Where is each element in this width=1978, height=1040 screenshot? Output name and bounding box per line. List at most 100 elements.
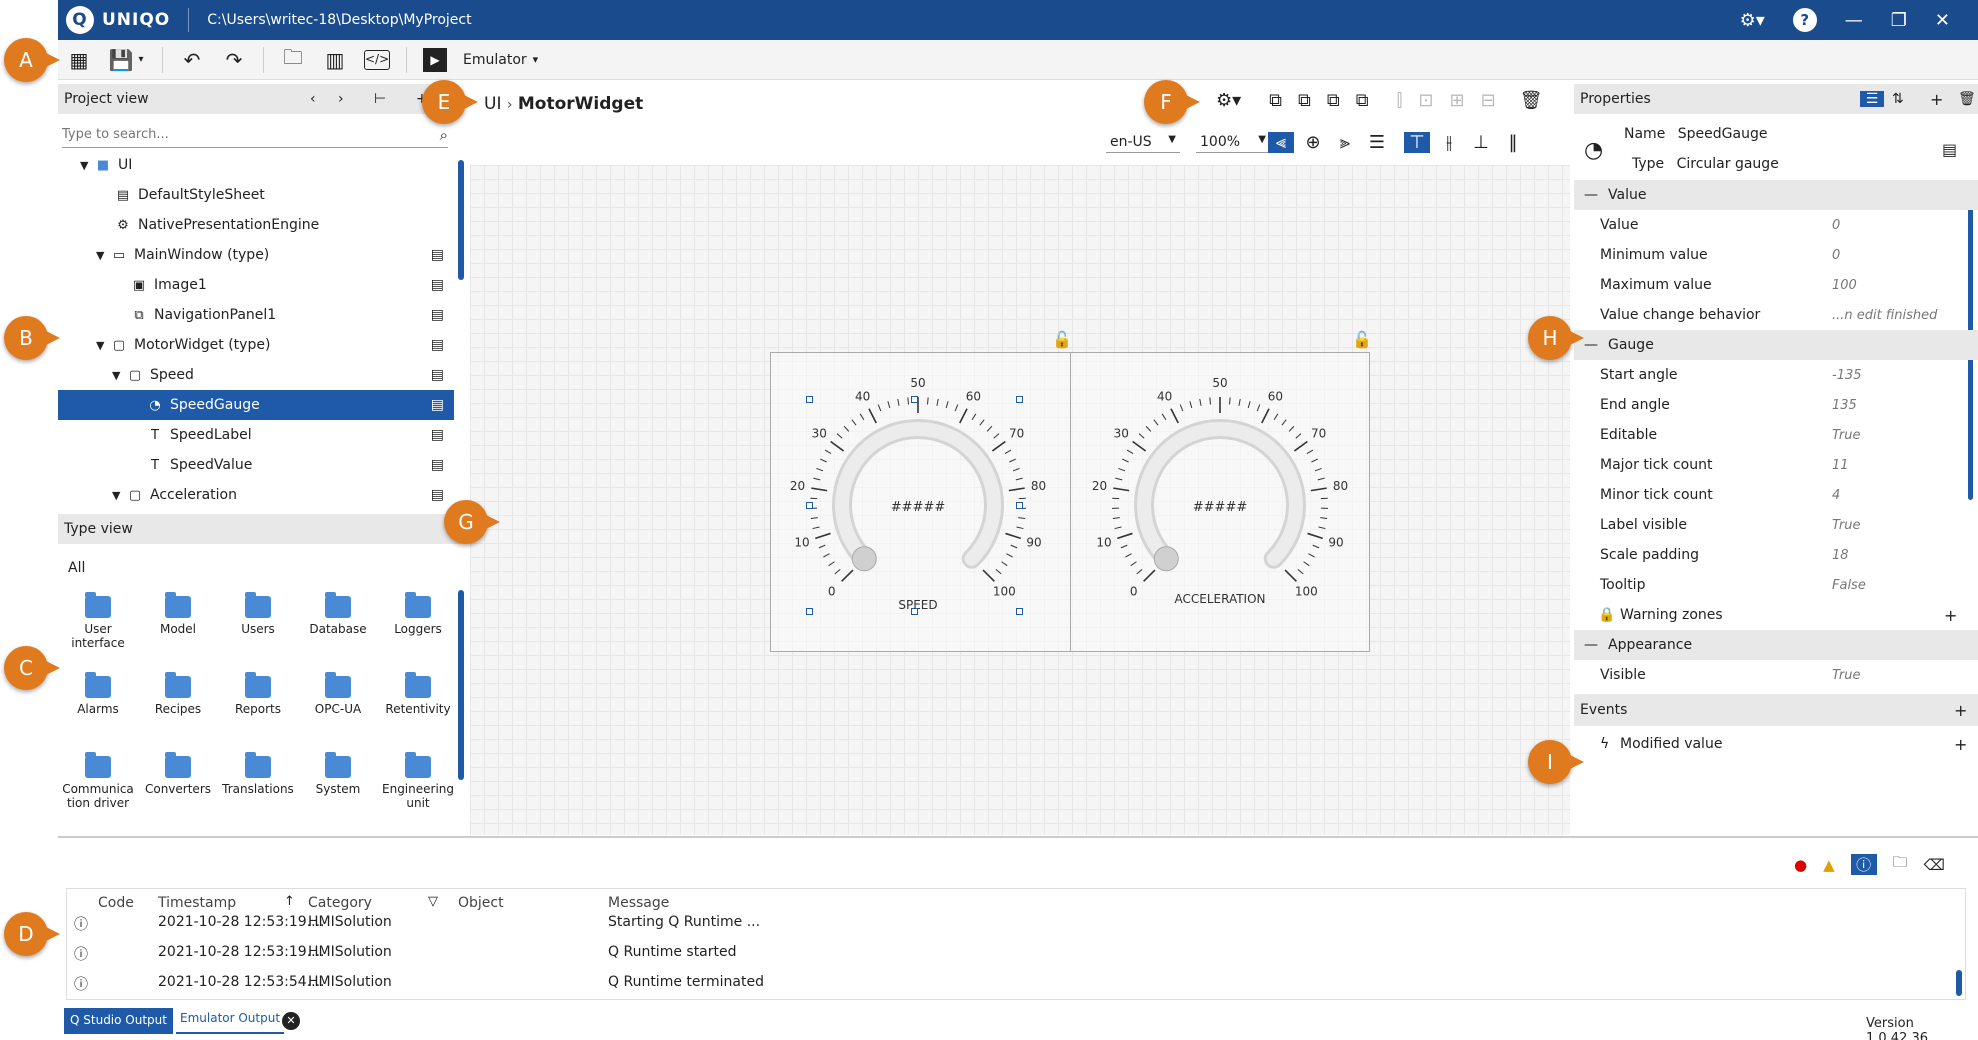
save-dropdown-icon[interactable]: ▾: [136, 54, 146, 65]
collapse-all-icon[interactable]: ⊢: [374, 91, 386, 107]
prop-val[interactable]: 135: [1832, 398, 1857, 413]
col-message[interactable]: Message: [608, 895, 669, 911]
selection-handle[interactable]: [806, 396, 813, 403]
type-item-reports[interactable]: Reports: [218, 672, 298, 716]
prop-visible[interactable]: Visible True: [1574, 660, 1978, 690]
name-value[interactable]: SpeedGauge: [1678, 126, 1768, 142]
tree-item-speedvalue[interactable]: T SpeedValue ▤: [58, 450, 454, 480]
code-icon[interactable]: </>: [364, 49, 390, 70]
stretch-vertical-icon[interactable]: ‖: [1500, 132, 1526, 153]
prop-value-change-behavior[interactable]: Value change behavior ...n edit finished: [1574, 300, 1978, 330]
chevron-down-icon[interactable]: ▼: [1258, 134, 1266, 145]
tree-scrollbar[interactable]: [458, 160, 464, 280]
prop-val[interactable]: 0: [1832, 248, 1840, 263]
selection-handle[interactable]: [1016, 396, 1023, 403]
type-item-alarms[interactable]: Alarms: [58, 672, 138, 716]
save-icon[interactable]: 💾: [108, 48, 134, 72]
restore-icon[interactable]: ❐: [1891, 10, 1907, 31]
delete-icon[interactable]: 🗑: [1958, 91, 1976, 107]
selection-handle[interactable]: [806, 608, 813, 615]
breadcrumb-root[interactable]: UI: [484, 94, 501, 114]
back-arrow-icon[interactable]: ‹: [310, 91, 316, 107]
selection-handle[interactable]: [1016, 608, 1023, 615]
close-tab-icon[interactable]: ✕: [282, 1012, 300, 1030]
info-filter-icon[interactable]: ⓘ: [1850, 854, 1877, 875]
align-right-icon[interactable]: ⫸: [1332, 132, 1358, 153]
edit-item-icon[interactable]: ▤: [431, 487, 444, 503]
type-item-converters[interactable]: Converters: [138, 752, 218, 796]
stretch-horizontal-icon[interactable]: ☰: [1364, 132, 1390, 153]
type-item-user-interface[interactable]: User interface: [58, 592, 138, 650]
edit-item-icon[interactable]: ▤: [431, 337, 444, 353]
speed-gauge[interactable]: 0 10 20 30 40 50 60 70 80 90 100 ##### SPEED: [790, 376, 1046, 612]
prop-start-angle[interactable]: Start angle -135: [1574, 360, 1978, 390]
prop-val[interactable]: 18: [1832, 548, 1849, 563]
settings-gear-icon[interactable]: ⚙▾: [1740, 10, 1765, 31]
event-modified-value[interactable]: ϟ Modified value +: [1574, 729, 1978, 759]
zoom-select[interactable]: 100% ▼: [1196, 132, 1270, 153]
funnel-filter-icon[interactable]: ▽: [428, 894, 438, 909]
emulator-dropdown[interactable]: Emulator: [463, 52, 527, 68]
type-item-retentivity[interactable]: Retentivity: [378, 672, 458, 716]
group-gauge[interactable]: — Gauge: [1574, 330, 1978, 360]
prop-val[interactable]: True: [1832, 428, 1861, 443]
add-warning-zone-icon[interactable]: +: [1944, 606, 1957, 625]
type-item-opc-ua[interactable]: OPC-UA: [298, 672, 378, 716]
run-emulator-icon[interactable]: ▶: [423, 47, 447, 72]
type-item-translations[interactable]: Translations: [218, 752, 298, 796]
output-scrollbar[interactable]: [1956, 970, 1962, 996]
prop-label-visible[interactable]: Label visible True: [1574, 510, 1978, 540]
col-object[interactable]: Object: [458, 895, 504, 911]
type-item-loggers[interactable]: Loggers: [378, 592, 458, 636]
type-item-users[interactable]: Users: [218, 592, 298, 636]
distribute-spacing-icon[interactable]: ⊟: [1481, 90, 1496, 111]
edit-properties-icon[interactable]: ▤: [1942, 140, 1957, 159]
prop-maximum-value[interactable]: Maximum value 100: [1574, 270, 1978, 300]
tree-item-mainwindow[interactable]: ▼ ▭ MainWindow (type) ▤: [58, 240, 454, 270]
type-item-engineering-unit[interactable]: Engineering unit: [378, 752, 458, 810]
caret-icon[interactable]: ▼: [112, 369, 126, 382]
type-item-database[interactable]: Database: [298, 592, 378, 636]
tree-item-defaultstylesheet[interactable]: ▤ DefaultStyleSheet: [58, 180, 454, 210]
collapse-icon[interactable]: —: [1584, 637, 1598, 653]
prop-val[interactable]: False: [1832, 578, 1866, 593]
prop-val[interactable]: 11: [1832, 458, 1849, 473]
tree-item-ui[interactable]: ▼ ■ UI: [58, 150, 454, 180]
edit-item-icon[interactable]: ▤: [431, 457, 444, 473]
tree-item-speedgauge[interactable]: ◔ SpeedGauge ▤: [58, 390, 454, 420]
add-handler-icon[interactable]: +: [1954, 735, 1967, 754]
send-backward-icon[interactable]: ⧉: [1327, 90, 1340, 111]
chevron-down-icon[interactable]: ▼: [1168, 134, 1176, 145]
lock-open-icon[interactable]: 🔓: [1052, 330, 1072, 349]
prop-scale-padding[interactable]: Scale padding 18: [1574, 540, 1978, 570]
type-item-system[interactable]: System: [298, 752, 378, 796]
prop-val[interactable]: 100: [1832, 278, 1857, 293]
type-item-recipes[interactable]: Recipes: [138, 672, 218, 716]
caret-icon[interactable]: ▼: [96, 249, 110, 262]
edit-item-icon[interactable]: ▤: [431, 307, 444, 323]
prop-end-angle[interactable]: End angle 135: [1574, 390, 1978, 420]
edit-item-icon[interactable]: ▤: [431, 367, 444, 383]
delete-icon[interactable]: 🗑: [1520, 90, 1543, 111]
collapse-icon[interactable]: —: [1584, 187, 1598, 203]
edit-item-icon[interactable]: ▤: [431, 247, 444, 263]
tab-q-studio-output[interactable]: Q Studio Output: [64, 1008, 173, 1034]
align-top-icon[interactable]: ⊤: [1404, 132, 1430, 153]
type-item-communication-driver[interactable]: Communica tion driver: [58, 752, 138, 810]
tree-item-nativepresentationengine[interactable]: ⚙ NativePresentationEngine: [58, 210, 454, 240]
caret-icon[interactable]: ▼: [96, 339, 110, 352]
minimize-icon[interactable]: —: [1845, 10, 1863, 31]
prop-val[interactable]: -135: [1832, 368, 1862, 383]
prop-editable[interactable]: Editable True: [1574, 420, 1978, 450]
group-value[interactable]: — Value: [1574, 180, 1978, 210]
lock-open-icon[interactable]: 🔓: [1352, 330, 1372, 349]
distribute-center-icon[interactable]: ⊡: [1418, 90, 1433, 111]
undo-icon[interactable]: ↶: [179, 48, 205, 72]
send-to-back-icon[interactable]: ⧉: [1356, 90, 1369, 111]
distribute-vertical-icon[interactable]: ⊞: [1449, 90, 1464, 111]
open-folder-icon[interactable]: 🗀: [280, 43, 306, 77]
close-icon[interactable]: ✕: [1935, 10, 1950, 31]
open-log-folder-icon[interactable]: 🗀: [1893, 852, 1908, 877]
group-appearance[interactable]: — Appearance: [1574, 630, 1978, 660]
caret-icon[interactable]: ▼: [112, 489, 126, 502]
